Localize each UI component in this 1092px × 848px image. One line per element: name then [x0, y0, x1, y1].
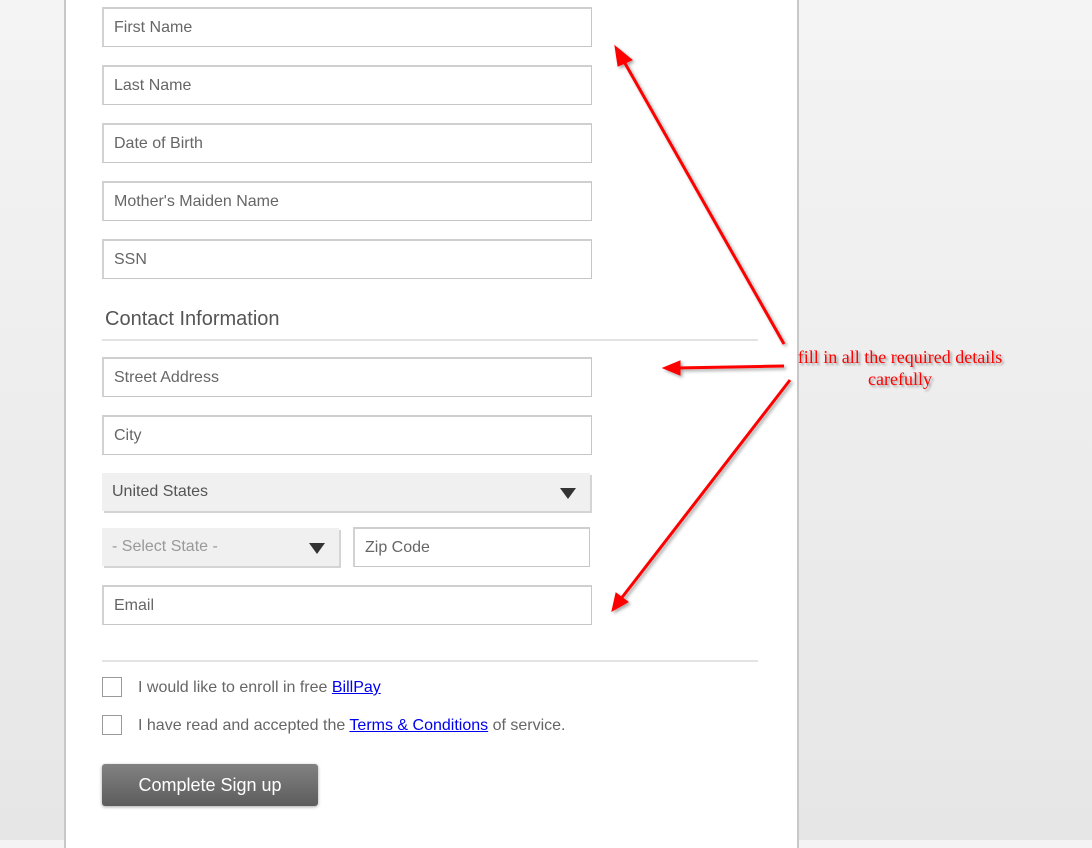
annotation-line-1: fill in all the required details	[797, 347, 1003, 367]
arrow-to-street-address	[675, 364, 785, 370]
annotation-arrows	[611, 44, 792, 612]
arrow-to-first-name	[620, 57, 786, 345]
arrow-to-email	[618, 379, 792, 601]
arrow-head-icon	[614, 44, 633, 67]
annotation-line-2: carefully	[868, 369, 932, 389]
annotation-note: fill in all the required details careful…	[780, 346, 1020, 390]
arrow-head-icon	[611, 592, 629, 612]
arrow-head-icon	[661, 360, 681, 376]
